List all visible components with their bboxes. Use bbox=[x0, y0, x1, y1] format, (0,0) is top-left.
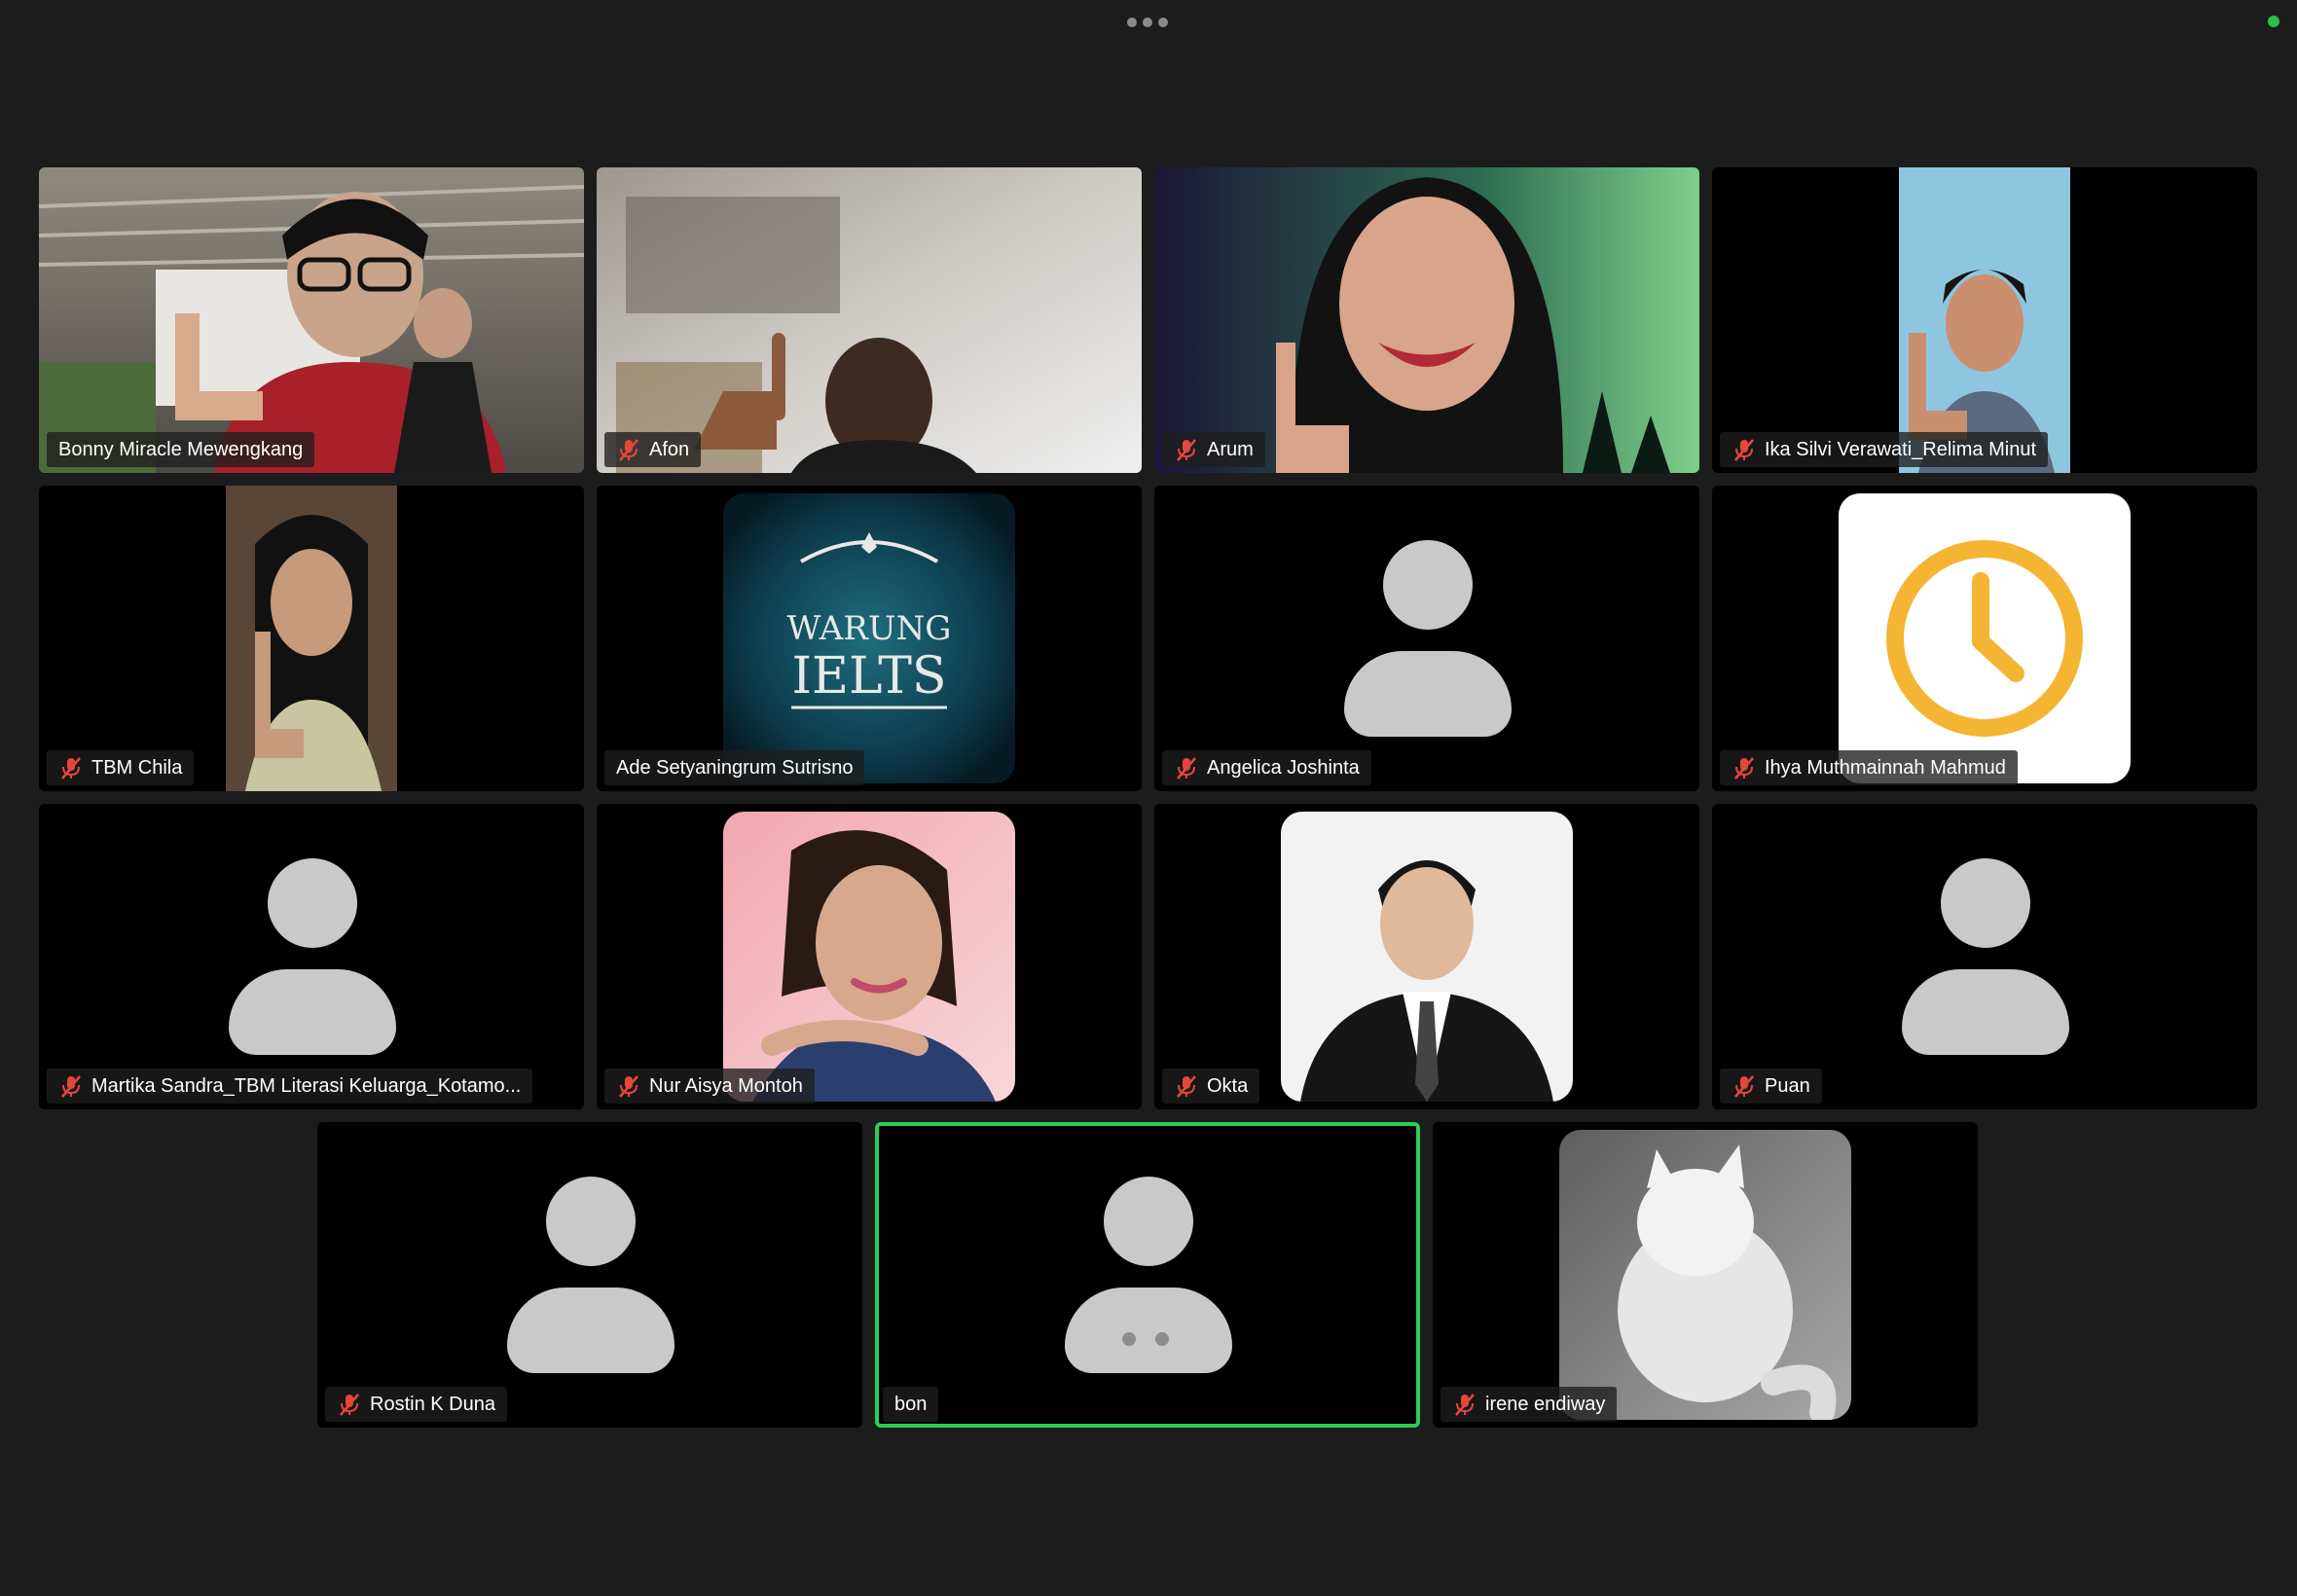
participant-profile-picture: WARUNG IELTS bbox=[723, 493, 1015, 783]
participant-video bbox=[39, 167, 584, 473]
participant-name: Arum bbox=[1207, 438, 1254, 460]
muted-microphone-icon bbox=[1177, 439, 1196, 461]
muted-microphone-icon bbox=[1734, 757, 1754, 780]
participant-nameplate: Ika Silvi Verawati_Relima Minut bbox=[1720, 432, 2048, 467]
participant-tile[interactable]: Bonny Miracle Mewengkang bbox=[39, 167, 584, 473]
muted-microphone-icon bbox=[340, 1394, 359, 1416]
participant-nameplate: Ihya Muthmainnah Mahmud bbox=[1720, 750, 2018, 785]
participant-nameplate: Bonny Miracle Mewengkang bbox=[47, 432, 315, 467]
participant-tile[interactable]: Martika Sandra_TBM Literasi Keluarga_Kot… bbox=[39, 804, 584, 1109]
participant-name: Puan bbox=[1765, 1074, 1810, 1097]
participant-nameplate: Angelica Joshinta bbox=[1162, 750, 1371, 785]
participant-tile[interactable]: Angelica Joshinta bbox=[1154, 486, 1699, 791]
default-avatar-icon bbox=[229, 858, 396, 1055]
participant-nameplate: Ade Setyaningrum Sutrisno bbox=[604, 750, 865, 785]
participant-tile[interactable]: Puan bbox=[1712, 804, 2257, 1109]
logo-text-line2: IELTS bbox=[791, 647, 946, 706]
more-options-icon[interactable] bbox=[1127, 18, 1168, 27]
participant-video bbox=[597, 167, 1142, 473]
participant-nameplate: irene endiway bbox=[1440, 1387, 1618, 1422]
participant-nameplate: Arum bbox=[1162, 432, 1265, 467]
connection-status-indicator bbox=[2268, 16, 2279, 27]
participant-nameplate: Martika Sandra_TBM Literasi Keluarga_Kot… bbox=[47, 1069, 533, 1104]
participant-nameplate: bon bbox=[883, 1387, 939, 1422]
muted-microphone-icon bbox=[619, 1075, 638, 1098]
participant-tile[interactable]: WARUNG IELTS Ade Setyaningrum Sutrisno bbox=[597, 486, 1142, 791]
participant-name: Martika Sandra_TBM Literasi Keluarga_Kot… bbox=[91, 1074, 522, 1097]
participant-nameplate: Okta bbox=[1162, 1069, 1260, 1104]
participant-nameplate: Puan bbox=[1720, 1069, 1822, 1104]
active-speaker-tile[interactable]: bon bbox=[875, 1122, 1420, 1428]
participant-name: Angelica Joshinta bbox=[1207, 756, 1360, 779]
default-avatar-icon bbox=[507, 1177, 675, 1373]
logo-text-line1: WARUNG bbox=[787, 609, 952, 648]
participant-name: Okta bbox=[1207, 1074, 1249, 1097]
participant-tile[interactable]: Nur Aisya Montoh bbox=[597, 804, 1142, 1109]
participant-tile[interactable]: Arum bbox=[1154, 167, 1699, 473]
participant-name: Bonny Miracle Mewengkang bbox=[58, 438, 304, 460]
participant-name: Ade Setyaningrum Sutrisno bbox=[616, 756, 854, 779]
participant-name: Nur Aisya Montoh bbox=[649, 1074, 803, 1097]
participant-tile[interactable]: TBM Chila bbox=[39, 486, 584, 791]
participant-video bbox=[1154, 167, 1699, 473]
participant-profile-picture bbox=[723, 812, 1015, 1102]
participant-nameplate: Afon bbox=[604, 432, 702, 467]
participant-tile[interactable]: Ika Silvi Verawati_Relima Minut bbox=[1712, 167, 2257, 473]
default-avatar-icon bbox=[1902, 858, 2069, 1055]
participant-name: Ihya Muthmainnah Mahmud bbox=[1765, 756, 2006, 779]
participant-tile[interactable]: Okta bbox=[1154, 804, 1699, 1109]
participant-name: Rostin K Duna bbox=[370, 1393, 495, 1415]
participant-tile[interactable]: Afon bbox=[597, 167, 1142, 473]
participant-name: TBM Chila bbox=[91, 756, 183, 779]
participant-nameplate: Nur Aisya Montoh bbox=[604, 1069, 815, 1104]
muted-microphone-icon bbox=[61, 757, 81, 780]
participant-profile-picture bbox=[1281, 812, 1573, 1102]
participant-nameplate: TBM Chila bbox=[47, 750, 195, 785]
default-avatar-icon bbox=[1344, 540, 1512, 737]
participant-video bbox=[1899, 167, 2070, 473]
participant-nameplate: Rostin K Duna bbox=[325, 1387, 507, 1422]
participant-tile[interactable]: Rostin K Duna bbox=[317, 1122, 862, 1428]
participant-video bbox=[226, 486, 397, 791]
participant-tile[interactable]: Ihya Muthmainnah Mahmud bbox=[1712, 486, 2257, 791]
muted-microphone-icon bbox=[619, 439, 638, 461]
participant-tile[interactable]: irene endiway bbox=[1433, 1122, 1978, 1428]
muted-microphone-icon bbox=[1734, 1075, 1754, 1098]
participant-name: bon bbox=[894, 1393, 928, 1415]
muted-microphone-icon bbox=[1177, 757, 1196, 780]
muted-microphone-icon bbox=[1734, 439, 1754, 461]
participant-profile-picture bbox=[1559, 1130, 1851, 1420]
muted-microphone-icon bbox=[61, 1075, 81, 1098]
muted-microphone-icon bbox=[1455, 1394, 1475, 1416]
participant-name: irene endiway bbox=[1485, 1393, 1606, 1415]
loading-indicator bbox=[1122, 1332, 1169, 1346]
clock-profile-picture bbox=[1839, 493, 2131, 783]
participant-name: Afon bbox=[649, 438, 690, 460]
muted-microphone-icon bbox=[1177, 1075, 1196, 1098]
participant-name: Ika Silvi Verawati_Relima Minut bbox=[1765, 438, 2036, 460]
